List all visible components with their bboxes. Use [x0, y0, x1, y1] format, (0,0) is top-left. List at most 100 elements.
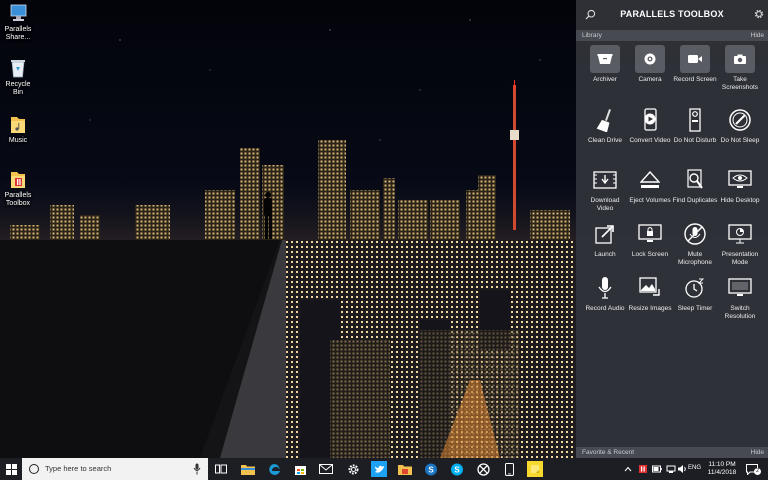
tool-lock-screen[interactable]: Lock Screen	[627, 220, 673, 259]
mute-mic-icon	[684, 223, 706, 245]
clock-date: 11/4/2018	[707, 469, 737, 476]
launch-arrow-icon	[595, 225, 614, 244]
tool-switch-resolution[interactable]: Switch Resolution	[717, 274, 763, 320]
taskbar: Type here to search S S ENG 11:10 PM 11/…	[0, 458, 768, 480]
tool-do-not-sleep[interactable]: Do Not Sleep	[717, 106, 763, 145]
search-placeholder: Type here to search	[45, 464, 112, 473]
file-explorer-icon[interactable]	[240, 461, 256, 477]
lock-monitor-icon	[638, 224, 662, 242]
store-icon[interactable]	[292, 461, 308, 477]
tool-download-video[interactable]: Download Video	[582, 166, 628, 212]
tool-mute-microphone[interactable]: Mute Microphone	[672, 220, 718, 266]
desktop-icon-label: Recycle Bin	[5, 81, 31, 96]
tool-label: Record Screen	[673, 76, 717, 83]
notification-badge: 2	[754, 468, 761, 475]
film-download-icon	[593, 171, 617, 189]
tool-label: Camera	[638, 76, 662, 83]
sleep-timer-icon	[685, 278, 705, 298]
tool-label: Sleep Timer	[677, 305, 713, 312]
tool-convert-video[interactable]: Convert Video	[627, 106, 673, 145]
action-center-button[interactable]: 2	[746, 462, 762, 476]
phone-icon[interactable]	[501, 461, 517, 477]
tool-record-screen[interactable]: Record Screen	[672, 45, 718, 84]
find-duplicates-icon	[687, 169, 703, 189]
tool-take-screenshots[interactable]: Take Screenshots	[717, 45, 763, 91]
tool-hide-desktop[interactable]: Hide Desktop	[717, 166, 763, 205]
tool-clean-drive[interactable]: Clean Drive	[582, 106, 628, 145]
desktop-icon-parallels-share[interactable]: Parallels Share...	[2, 2, 34, 42]
tool-label: Clean Drive	[588, 137, 622, 144]
tool-presentation-mode[interactable]: Presentation Mode	[717, 220, 763, 266]
tool-record-audio[interactable]: Record Audio	[582, 274, 628, 313]
tool-do-not-disturb[interactable]: Do Not Disturb	[672, 106, 718, 145]
toolbox-header: PARALLELS TOOLBOX	[576, 0, 768, 28]
tool-label: Do Not Disturb	[673, 137, 717, 144]
battery-icon[interactable]	[652, 465, 662, 473]
desktop-icon-label: Music	[8, 137, 28, 144]
network-icon[interactable]	[666, 464, 676, 474]
broom-icon	[596, 109, 611, 132]
sticky-notes-icon[interactable]	[527, 461, 543, 477]
monitor-resolution-icon	[728, 278, 752, 296]
svg-text:S: S	[454, 465, 460, 474]
taskbar-search-box[interactable]: Type here to search	[22, 458, 208, 480]
resize-image-icon	[639, 277, 660, 296]
task-view-icon[interactable]	[213, 461, 229, 477]
skype-business-icon[interactable]: S	[423, 461, 439, 477]
library-hide-button[interactable]: Hide	[751, 30, 764, 41]
mail-icon[interactable]	[318, 461, 334, 477]
tool-sleep-timer[interactable]: Sleep Timer	[672, 274, 718, 313]
screenshot-camera-icon	[734, 54, 746, 64]
folder-icon[interactable]	[397, 461, 413, 477]
chevron-up-icon[interactable]	[624, 465, 632, 473]
desktop-icon-music[interactable]: Music	[2, 113, 34, 145]
tool-find-duplicates[interactable]: Find Duplicates	[672, 166, 718, 205]
tool-archiver[interactable]: Archiver	[582, 45, 628, 84]
microphone-icon	[598, 277, 612, 299]
parallels-tray-icon[interactable]	[638, 464, 648, 474]
edge-icon[interactable]	[266, 461, 282, 477]
cortana-icon	[29, 464, 39, 474]
camera-lens-icon	[644, 53, 656, 65]
volume-icon[interactable]	[677, 464, 687, 474]
tool-label: Presentation Mode	[721, 251, 759, 266]
parallels-toolbox-panel: PARALLELS TOOLBOX Library Hide Archiver …	[576, 0, 768, 458]
eject-icon	[640, 171, 660, 188]
tool-eject-volumes[interactable]: Eject Volumes	[627, 166, 673, 205]
skype-icon[interactable]: S	[449, 461, 465, 477]
desktop-icon-recycle-bin[interactable]: Recycle Bin	[2, 57, 34, 97]
tool-label: Do Not Sleep	[720, 137, 760, 144]
network-share-icon	[10, 4, 27, 21]
parallels-toolbox-icon	[11, 172, 25, 188]
tool-label: Eject Volumes	[629, 197, 671, 204]
tool-label: Lock Screen	[631, 251, 669, 258]
favorites-hide-button[interactable]: Hide	[751, 447, 764, 458]
tool-label: Mute Microphone	[678, 251, 712, 266]
tool-label: Switch Resolution	[724, 305, 756, 320]
start-button[interactable]	[0, 458, 22, 480]
xbox-icon[interactable]	[475, 461, 491, 477]
tool-label: Resize Images	[628, 305, 672, 312]
taskbar-clock[interactable]: 11:10 PM 11/4/2018	[700, 461, 744, 477]
tool-camera[interactable]: Camera	[627, 45, 673, 84]
tool-launch[interactable]: Launch	[582, 220, 628, 259]
microphone-icon[interactable]	[193, 463, 201, 475]
tool-label: Hide Desktop	[720, 197, 760, 204]
tool-label: Archiver	[593, 76, 617, 83]
sleep-gauge-icon	[729, 109, 751, 131]
desktop-icon-parallels-toolbox[interactable]: Parallels Toolbox	[2, 168, 34, 208]
phone-play-icon	[644, 108, 657, 131]
twitter-icon[interactable]	[371, 461, 387, 477]
settings-icon[interactable]	[345, 461, 361, 477]
tool-label: Record Audio	[585, 305, 625, 312]
tool-label: Launch	[594, 251, 616, 258]
library-label: Library	[582, 32, 602, 39]
tool-resize-images[interactable]: Resize Images	[627, 274, 673, 313]
tool-label: Find Duplicates	[672, 197, 718, 204]
favorites-section-bar: Favorite & Recent Hide	[576, 447, 768, 458]
clock-time: 11:10 PM	[708, 461, 736, 468]
library-section-bar: Library Hide	[576, 30, 768, 41]
favorites-label: Favorite & Recent	[582, 449, 635, 456]
gear-icon[interactable]	[753, 8, 765, 20]
door-hanger-icon	[689, 108, 701, 132]
